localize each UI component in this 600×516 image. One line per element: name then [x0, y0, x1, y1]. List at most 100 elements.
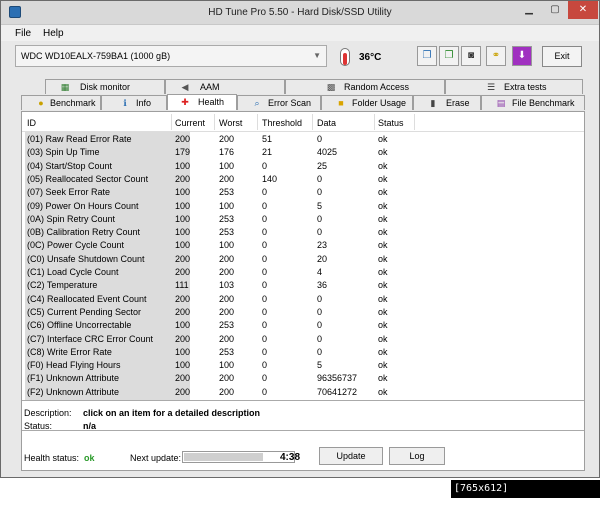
exit-button[interactable]: Exit — [542, 46, 582, 67]
temperature-readout: 36°C — [359, 52, 382, 63]
table-row[interactable]: (C7) Interface CRC Error Count 200 200 0 0 ok — [22, 333, 584, 346]
update-button[interactable]: Update — [319, 447, 383, 465]
title-bar[interactable]: HD Tune Pro 5.50 - Hard Disk/SSD Utility… — [1, 1, 599, 25]
tab-folder-usage[interactable]: ■ Folder Usage — [321, 95, 413, 110]
table-cell: ok — [378, 267, 388, 277]
description-value: click on an item for a detailed descript… — [83, 408, 261, 418]
table-cell: 100 — [175, 346, 191, 357]
file-icon: ▤ — [496, 98, 506, 108]
table-cell: (C7) Interface CRC Error Count — [27, 333, 154, 344]
table-cell: ok — [378, 240, 388, 251]
table-cell: (09) Power On Hours Count — [27, 200, 139, 211]
table-cell: 0 — [262, 200, 268, 211]
table-cell: ok — [378, 147, 388, 158]
tab-benchmark[interactable]: ● Benchmark — [21, 95, 101, 110]
screenshot-button[interactable]: ◙ — [461, 46, 481, 66]
table-row[interactable]: (0C) Power Cycle Count 100 100 0 23 ok — [22, 239, 584, 252]
tab-error-scan[interactable]: ⌕ Error Scan — [237, 95, 321, 110]
table-cell: ok — [378, 333, 388, 344]
menu-help[interactable]: Help — [43, 28, 64, 39]
table-cell: 140 — [262, 173, 278, 184]
table-cell: ok — [378, 373, 388, 384]
table-cell: 200 — [175, 386, 191, 397]
column-header-threshold[interactable]: Threshold — [262, 118, 302, 128]
table-cell: 100 — [175, 187, 191, 198]
table-cell: 0 — [262, 240, 268, 251]
copy-all-button[interactable]: ❐ — [439, 46, 459, 66]
table-cell: (04) Start/Stop Count — [27, 160, 113, 171]
table-cell: (F0) Head Flying Hours — [27, 360, 121, 371]
column-header-id[interactable]: ID — [27, 118, 36, 128]
table-cell: (C1) Load Cycle Count — [27, 267, 119, 277]
table-cell: 100 — [219, 240, 235, 251]
tab-health[interactable]: ✚ Health — [167, 94, 237, 110]
save-button[interactable]: ⬇ — [512, 46, 532, 66]
table-cell: 200 — [175, 173, 191, 184]
table-row[interactable]: (0A) Spin Retry Count 100 253 0 0 ok — [22, 213, 584, 226]
table-cell: 0 — [317, 306, 323, 317]
table-row[interactable]: (C1) Load Cycle Count 200 200 0 4 ok — [22, 266, 584, 279]
table-cell: 20 — [317, 253, 328, 264]
tab-random-access[interactable]: ▩ Random Access — [285, 79, 445, 94]
table-row[interactable]: (C8) Write Error Rate 100 253 0 0 ok — [22, 346, 584, 359]
table-cell: ok — [378, 187, 388, 198]
chevron-down-icon: ▼ — [313, 51, 321, 60]
drive-select[interactable]: WDC WD10EALX-759BA1 (1000 gB) ▼ — [15, 45, 327, 67]
log-button[interactable]: Log — [389, 447, 445, 465]
close-button[interactable]: ✕ — [568, 1, 598, 19]
menu-file[interactable]: File — [15, 28, 31, 39]
table-row[interactable]: (03) Spin Up Time 179 176 21 4025 ok — [22, 146, 584, 159]
table-cell: 0 — [262, 187, 268, 198]
options-button[interactable]: ⚭ — [486, 46, 506, 66]
table-row[interactable]: (01) Raw Read Error Rate 200 200 51 0 ok — [22, 133, 584, 146]
tab-erase[interactable]: ▮ Erase — [413, 95, 481, 110]
table-row[interactable]: (09) Power On Hours Count 100 100 0 5 ok — [22, 200, 584, 213]
tab-info[interactable]: ℹ Info — [101, 95, 167, 110]
lightbulb-icon: ● — [38, 98, 44, 108]
table-row[interactable]: (04) Start/Stop Count 100 100 0 25 ok — [22, 160, 584, 173]
column-header-current[interactable]: Current — [175, 118, 205, 128]
minimize-button[interactable]: ▁ — [516, 1, 542, 19]
maximize-button[interactable]: ▢ — [542, 1, 568, 19]
table-row[interactable]: (07) Seek Error Rate 100 253 0 0 ok — [22, 186, 584, 199]
table-cell: ok — [378, 200, 388, 211]
tab-extra-tests[interactable]: ☰ Extra tests — [445, 79, 583, 94]
table-cell: ok — [378, 134, 388, 144]
table-row[interactable]: (C6) Offline Uncorrectable 100 253 0 0 ok — [22, 319, 584, 332]
table-cell: 0 — [262, 160, 268, 171]
table-header: ID Current Worst Threshold Data Status — [22, 112, 584, 132]
watermark: [765x612] http://upic.me/ — [451, 480, 600, 512]
copy-info-button[interactable]: ❐ — [417, 46, 437, 66]
table-row[interactable]: (0B) Calibration Retry Count 100 253 0 0 ok — [22, 226, 584, 239]
table-row[interactable]: (C0) Unsafe Shutdown Count 200 200 0 20 ok — [22, 253, 584, 266]
table-cell: 36 — [317, 280, 328, 291]
table-cell: 0 — [317, 213, 323, 224]
table-cell: (C8) Write Error Rate — [27, 346, 112, 357]
table-row[interactable]: (F1) Unknown Attribute 200 200 0 96356737 ok — [22, 372, 584, 385]
tab-disk-monitor[interactable]: ▦ Disk monitor — [45, 79, 165, 94]
table-cell: 0 — [262, 213, 268, 224]
table-cell: 253 — [219, 320, 235, 331]
tab-aam[interactable]: ◀ AAM — [165, 79, 285, 94]
table-cell: 100 — [175, 240, 191, 251]
grid-icon: ▩ — [326, 82, 336, 92]
table-row[interactable]: (05) Reallocated Sector Count 200 200 140 0 o… — [22, 173, 584, 186]
table-cell: 200 — [175, 293, 191, 304]
tab-file-benchmark[interactable]: ▤ File Benchmark — [481, 95, 585, 110]
table-row[interactable]: (C5) Current Pending Sector 200 200 0 0 ok — [22, 306, 584, 319]
column-header-data[interactable]: Data — [317, 118, 336, 128]
table-cell: 100 — [219, 200, 235, 211]
table-row[interactable]: (F0) Head Flying Hours 100 100 0 5 ok — [22, 359, 584, 372]
table-cell: 0 — [262, 227, 268, 238]
smart-attributes-table[interactable]: ID Current Worst Threshold Data Status (… — [22, 112, 584, 401]
table-cell: 25 — [317, 160, 328, 171]
table-cell: 0 — [262, 253, 268, 264]
column-header-worst[interactable]: Worst — [219, 118, 242, 128]
table-cell: ok — [378, 386, 388, 397]
table-row[interactable]: (F2) Unknown Attribute 200 200 0 70641272 ok — [22, 386, 584, 399]
table-row[interactable]: (C4) Reallocated Event Count 200 200 0 0 ok — [22, 293, 584, 306]
table-cell: 111 — [175, 280, 189, 291]
column-header-status[interactable]: Status — [378, 118, 404, 128]
table-cell: ok — [378, 160, 388, 171]
table-row[interactable]: (C2) Temperature 111 103 0 36 ok — [22, 279, 584, 292]
